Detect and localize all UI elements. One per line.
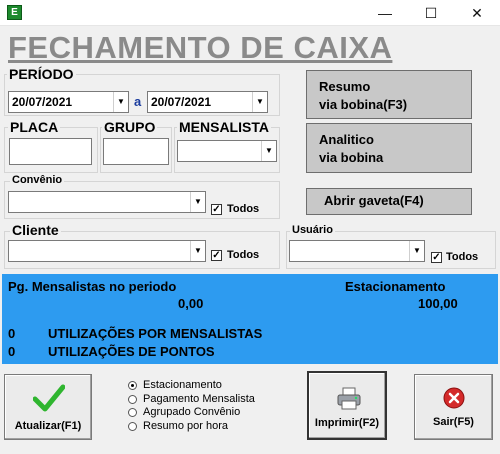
maximize-button[interactable]: ☐ [408,0,454,26]
usuario-todos-label: Todos [446,251,479,263]
atualizar-label: Atualizar(F1) [14,420,82,432]
minimize-button[interactable]: — [362,0,408,26]
estacionamento-label: Estacionamento [345,279,446,294]
convenio-label: Convênio [10,174,65,186]
chevron-down-icon[interactable]: ▼ [261,141,276,161]
cliente-todos-checkbox[interactable]: ✓ [211,250,222,261]
report-option-label: Resumo por hora [143,419,228,432]
analitico-line1: Analitico [319,132,374,147]
convenio-select[interactable]: ▼ [8,191,206,213]
periodo-to-value: 20/07/2021 [151,95,212,109]
cliente-label: Cliente [10,222,61,238]
mensalista-select[interactable]: ▼ [177,140,277,162]
grupo-label: GRUPO [102,119,158,135]
imprimir-button[interactable]: Imprimir(F2) [307,371,387,440]
imprimir-label: Imprimir(F2) [314,417,380,429]
grupo-input[interactable] [103,138,169,165]
report-option-label: Pagamento Mensalista [143,392,255,405]
resumo-bobina-button[interactable]: Resumo via bobina(F3) [306,70,472,119]
report-option-label: Agrupado Convênio [143,406,241,418]
resumo-line2: via bobina(F3) [319,97,408,112]
usuario-select[interactable]: ▼ [289,240,425,262]
estacionamento-value: 100,00 [418,296,458,311]
report-option-radio[interactable] [128,408,137,417]
chevron-down-icon[interactable]: ▼ [190,241,205,261]
cliente-select[interactable]: ▼ [8,240,206,262]
sair-label: Sair(F5) [433,416,474,428]
analitico-bobina-button[interactable]: Analitico via bobina [306,123,472,173]
sair-button[interactable]: Sair(F5) [414,374,493,440]
printer-icon [337,387,361,410]
placa-input[interactable] [9,138,92,165]
analitico-line2: via bobina [319,150,384,165]
convenio-todos-checkbox[interactable]: ✓ [211,204,222,215]
report-option-radio[interactable] [128,421,137,431]
chevron-down-icon[interactable]: ▼ [409,241,424,261]
chevron-down-icon[interactable]: ▼ [190,192,205,212]
report-option-label: Estacionamento [143,379,222,391]
abrir-gaveta-button[interactable]: Abrir gaveta(F4) [306,188,472,215]
checkmark-icon [33,384,65,412]
convenio-todos-label: Todos [227,203,260,215]
periodo-separator: a [134,94,142,109]
summary-panel: Pg. Mensalistas no periodo 0,00 Estacion… [2,274,498,364]
util-mensalistas-count: 0 [8,326,16,341]
page-title: FECHAMENTO DE CAIXA [8,30,393,65]
mensalista-label: MENSALISTA [177,119,271,135]
placa-label: PLACA [8,119,61,135]
periodo-to-select[interactable]: 20/07/2021 ▼ [147,91,268,113]
util-pontos-count: 0 [8,344,16,359]
app-icon: E [7,5,22,20]
usuario-label: Usuário [290,224,335,236]
util-mensalistas-label: UTILIZAÇÕES POR MENSALISTAS [48,326,263,341]
resumo-line1: Resumo [319,79,371,94]
periodo-label: PERÍODO [7,66,76,82]
util-pontos-label: UTILIZAÇÕES DE PONTOS [48,344,215,359]
chevron-down-icon[interactable]: ▼ [113,92,128,112]
report-option-radio[interactable] [128,394,137,404]
mensalistas-label: Pg. Mensalistas no periodo [8,279,177,294]
report-option-radio[interactable] [128,381,137,390]
usuario-todos-checkbox[interactable]: ✓ [431,252,442,263]
cliente-todos-label: Todos [227,249,260,261]
chevron-down-icon[interactable]: ▼ [252,92,267,112]
periodo-from-value: 20/07/2021 [12,95,73,109]
exit-x-icon [443,387,465,409]
close-button[interactable]: ✕ [454,0,500,26]
mensalistas-value: 0,00 [178,296,204,311]
periodo-from-select[interactable]: 20/07/2021 ▼ [8,91,129,113]
atualizar-button[interactable]: Atualizar(F1) [4,374,92,440]
